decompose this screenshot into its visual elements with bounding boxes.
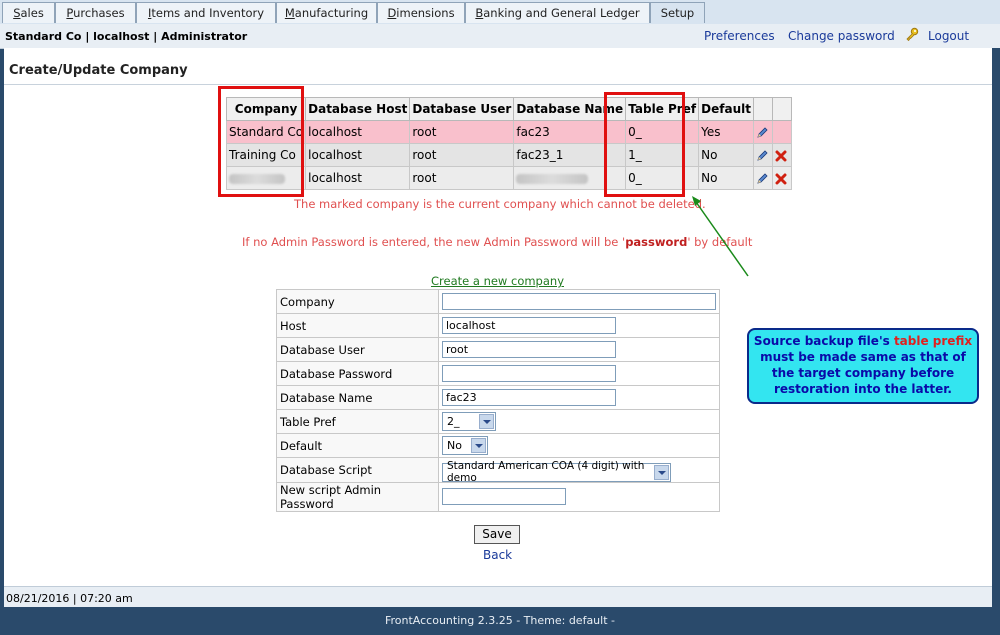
tab-items-and-inventory[interactable]: Items and Inventory: [136, 2, 276, 23]
annotation-callout: Source backup file's table prefix must b…: [747, 328, 979, 404]
annotation-arrow: [692, 196, 749, 277]
tab-banking-and-general-ledger[interactable]: Banking and General Ledger: [465, 2, 650, 23]
status-datetime: 08/21/2016 | 07:20 am: [6, 592, 133, 605]
module-tabs: Sales Purchases Items and Inventory Manu…: [0, 0, 1000, 25]
window-border: [992, 48, 1000, 607]
preferences-link[interactable]: Preferences: [704, 29, 775, 43]
tab-manufacturing[interactable]: Manufacturing: [276, 2, 377, 23]
tab-sales[interactable]: Sales: [2, 2, 55, 23]
app-window: Sales Purchases Items and Inventory Manu…: [0, 0, 1000, 631]
user-context: Standard Co | localhost | Administrator: [5, 30, 248, 43]
key-icon: [906, 27, 919, 41]
app-header: Standard Co | localhost | Administrator …: [0, 24, 1000, 49]
change-password-link[interactable]: Change password: [788, 29, 895, 43]
status-bar: 08/21/2016 | 07:20 am: [4, 586, 992, 608]
main-content: Create/Update Company Company Database H…: [4, 48, 992, 586]
tab-setup[interactable]: Setup: [650, 2, 705, 23]
footer-version: FrontAccounting 2.3.25 - Theme: default …: [0, 607, 1000, 631]
tab-dimensions[interactable]: Dimensions: [377, 2, 465, 23]
logout-link[interactable]: Logout: [928, 29, 969, 43]
tab-purchases[interactable]: Purchases: [55, 2, 136, 23]
